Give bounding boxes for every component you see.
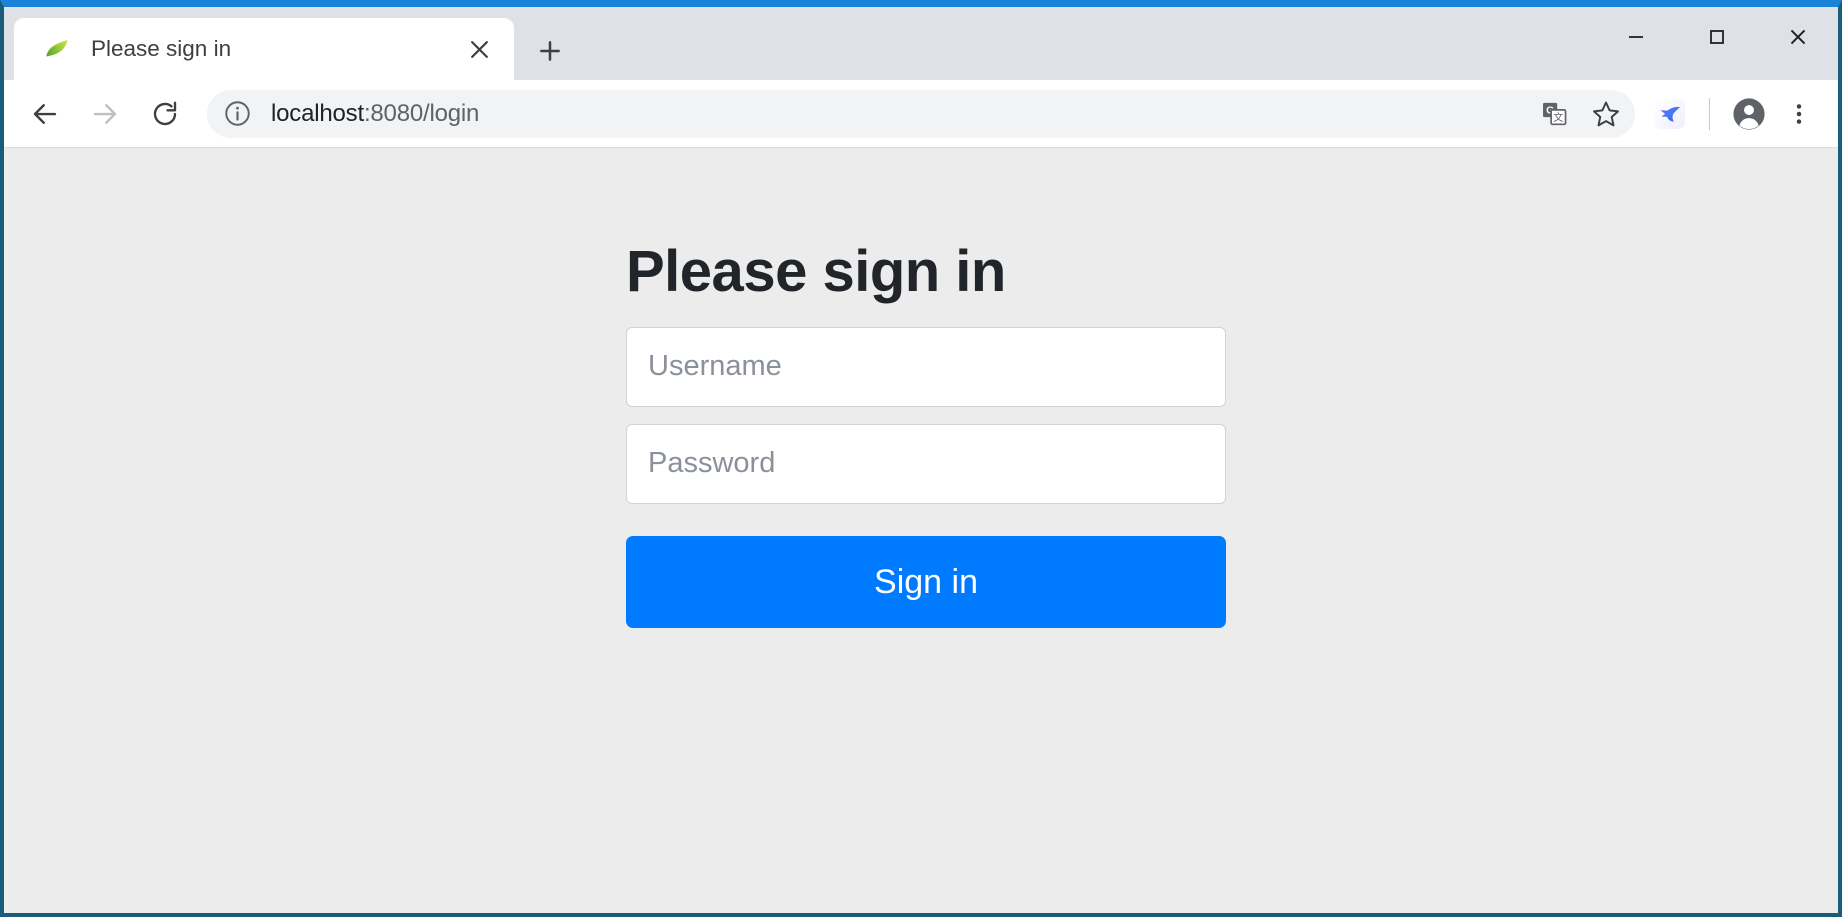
toolbar-divider: [1709, 97, 1710, 130]
window-controls: [1595, 7, 1838, 80]
spring-leaf-icon: [46, 40, 68, 57]
tab-title: Please sign in: [91, 36, 232, 61]
browser-toolbar: localhost:8080/login G 文: [4, 80, 1838, 148]
toolbar-right-actions: [1645, 89, 1838, 139]
profile-avatar-icon[interactable]: [1724, 89, 1774, 139]
minimize-icon[interactable]: [1595, 7, 1676, 67]
bird-extension-icon[interactable]: [1645, 89, 1695, 139]
forward-icon[interactable]: [81, 90, 129, 138]
url-path: :8080/login: [363, 99, 480, 127]
sign-in-button[interactable]: Sign in: [626, 535, 1226, 628]
url-host: localhost: [271, 99, 364, 127]
browser-window: Please sign in localhost:8080/login G 文 …: [0, 0, 1842, 917]
info-circle-icon[interactable]: [221, 98, 253, 130]
login-form: Please sign in Sign in: [626, 240, 1226, 628]
url-text: localhost:8080/login: [271, 100, 479, 128]
star-icon[interactable]: [1583, 91, 1629, 137]
reload-icon[interactable]: [141, 90, 189, 138]
maximize-icon[interactable]: [1676, 7, 1757, 67]
page-viewport: Please sign in Sign in: [4, 148, 1838, 913]
browser-tab[interactable]: Please sign in: [14, 18, 514, 80]
address-bar[interactable]: localhost:8080/login G 文: [207, 89, 1635, 138]
svg-text:文: 文: [1553, 111, 1563, 124]
username-input[interactable]: [626, 326, 1226, 407]
new-tab-button[interactable]: [528, 29, 572, 73]
page-title: Please sign in: [626, 239, 1006, 304]
password-input[interactable]: [626, 423, 1226, 504]
tab-strip: Please sign in: [4, 7, 1838, 80]
close-icon[interactable]: [457, 27, 501, 71]
omnibox-actions: G 文: [1531, 91, 1635, 137]
close-icon[interactable]: [1757, 7, 1838, 67]
back-icon[interactable]: [21, 90, 69, 138]
translate-icon[interactable]: G 文: [1531, 91, 1577, 137]
three-dot-menu-icon[interactable]: [1774, 89, 1824, 139]
